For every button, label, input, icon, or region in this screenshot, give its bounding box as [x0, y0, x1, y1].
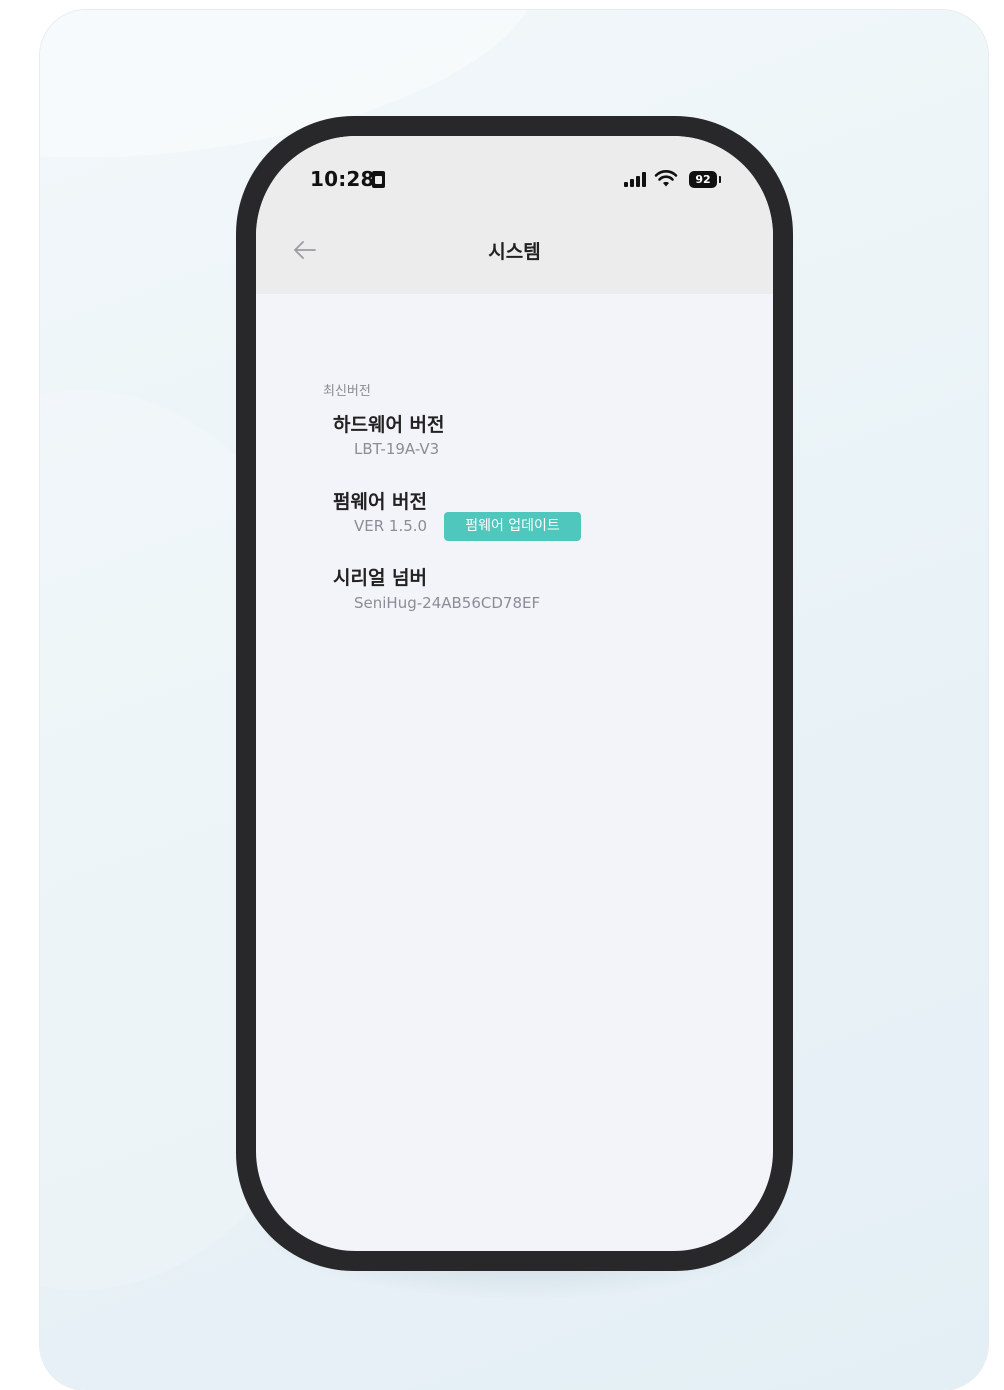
app-header: 10:28 92 시스템 [256, 136, 773, 294]
sim-card-icon [372, 171, 385, 188]
firmware-version-value: VER 1.5.0 [354, 517, 428, 535]
cellular-signal-icon [624, 172, 646, 187]
wifi-icon [654, 170, 678, 187]
app-screen: 10:28 92 시스템 최신버전 하드웨어 버전 LBT-19A-V3 펌웨어… [256, 136, 773, 1251]
battery-icon: 92 [689, 171, 717, 188]
serial-number-title: 시리얼 넘버 [333, 567, 428, 589]
hardware-version-title: 하드웨어 버전 [333, 414, 445, 436]
firmware-update-button[interactable]: 펌웨어 업데이트 [444, 512, 581, 541]
hardware-version-value: LBT-19A-V3 [354, 440, 440, 458]
serial-number-value: SeniHug-24AB56CD78EF [354, 594, 541, 612]
section-label: 최신버전 [323, 384, 371, 399]
page-title: 시스템 [488, 241, 541, 263]
firmware-version-title: 펌웨어 버전 [333, 491, 428, 513]
mockup-canvas: 10:28 92 시스템 최신버전 하드웨어 버전 LBT-19A-V3 펌웨어… [0, 0, 1004, 1390]
battery-cap [719, 176, 721, 183]
status-time: 10:28 [310, 167, 375, 191]
